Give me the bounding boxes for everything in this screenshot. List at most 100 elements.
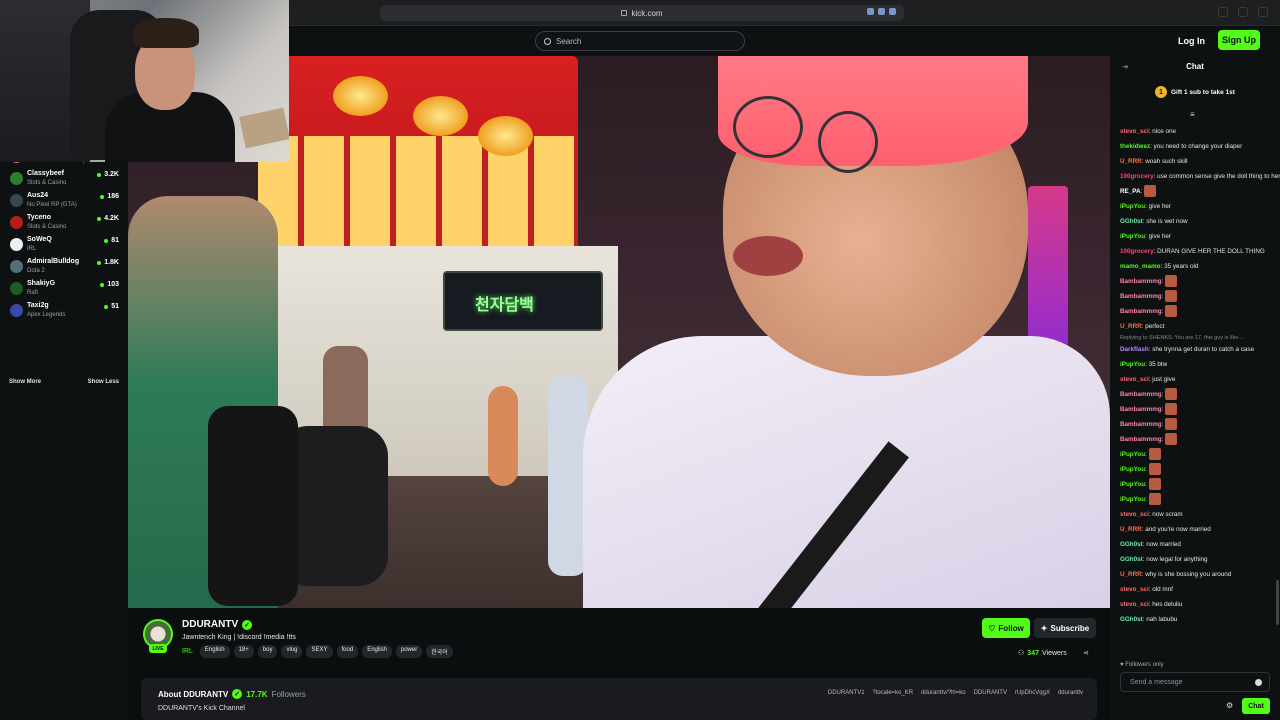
category-link[interactable]: IRL (182, 648, 193, 655)
chat-message[interactable]: thekidwez: you need to change your diape… (1120, 139, 1270, 154)
send-chat-button[interactable]: Chat (1242, 698, 1270, 714)
chat-username[interactable]: Bambammmg (1120, 293, 1162, 300)
chat-message[interactable]: mamo_mamo: 35 years old (1120, 259, 1270, 274)
chat-username[interactable]: RE_PA (1120, 188, 1141, 195)
stream-tag[interactable]: 18+ (233, 645, 254, 658)
sidebar-channel[interactable]: Classybeef Slots & Casino 3.2K (0, 169, 128, 189)
chat-username[interactable]: Bambammmg (1120, 436, 1162, 443)
chat-message[interactable]: U_RRR: perfect (1120, 319, 1270, 334)
chat-message[interactable]: RE_PA: (1120, 184, 1270, 199)
social-link[interactable]: rUpDhcVqgX (1015, 690, 1050, 696)
chat-username[interactable]: stevo_sci (1120, 601, 1149, 608)
chat-username[interactable]: iPupYou (1120, 361, 1145, 368)
show-less-button[interactable]: Show Less (88, 379, 119, 385)
social-link[interactable]: DDURANTV1 (828, 690, 865, 696)
chat-message[interactable]: Bambammmg: (1120, 289, 1270, 304)
sidebar-channel[interactable]: AdmiralBulldog Dota 2 1.8K (0, 257, 128, 277)
chat-message[interactable]: GGh0st: nah labubu (1120, 612, 1270, 627)
chat-message[interactable]: Bambammmg: (1120, 402, 1270, 417)
chat-username[interactable]: 100grocery (1120, 173, 1154, 180)
chat-username[interactable]: iPupYou (1120, 203, 1145, 210)
chat-username[interactable]: mamo_mamo (1120, 263, 1161, 270)
chat-message[interactable]: stevo_sci: old mnf (1120, 582, 1270, 597)
chat-message[interactable]: iPupYou: (1120, 492, 1270, 507)
filter-icon[interactable]: ≡ (1190, 110, 1195, 119)
sidebar-channel[interactable]: Tyceno Slots & Casino 4.2K (0, 213, 128, 233)
chat-message[interactable]: GGh0st: now married (1120, 537, 1270, 552)
share-icon[interactable]: ⋖ (1083, 649, 1089, 657)
chat-username[interactable]: Bambammmg (1120, 391, 1162, 398)
chat-username[interactable]: stevo_sci (1120, 511, 1149, 518)
chat-username[interactable]: U_RRR (1120, 571, 1142, 578)
social-link[interactable]: dduranttv (1058, 690, 1083, 696)
chat-username[interactable]: iPupYou (1120, 451, 1145, 458)
chat-username[interactable]: U_RRR (1120, 158, 1142, 165)
chat-username[interactable]: GGh0st (1120, 616, 1143, 623)
emoji-icon[interactable] (1255, 679, 1262, 686)
stream-tag[interactable]: vlog (281, 645, 303, 658)
chat-username[interactable]: Bambammmg (1120, 308, 1162, 315)
show-more-button[interactable]: Show More (9, 379, 41, 385)
chat-message[interactable]: U_RRR: woah such skill (1120, 154, 1270, 169)
chat-username[interactable]: 100grocery (1120, 248, 1154, 255)
share-icon[interactable] (1218, 7, 1228, 17)
chat-message[interactable]: Bambammmg: (1120, 432, 1270, 447)
stream-tag[interactable]: 한국어 (426, 645, 453, 658)
chat-username[interactable]: stevo_sci (1120, 128, 1149, 135)
stream-tag[interactable]: power (395, 645, 423, 658)
chat-message[interactable]: Bambammmg: (1120, 387, 1270, 402)
translate-icon[interactable] (878, 8, 885, 15)
chat-username[interactable]: stevo_sci (1120, 376, 1149, 383)
chat-message[interactable]: iPupYou: give her (1120, 229, 1270, 244)
chat-username[interactable]: U_RRR (1120, 526, 1142, 533)
chat-username[interactable]: GGh0st (1120, 556, 1143, 563)
sidebar-channel[interactable]: Taxi2g Apex Legends 51 (0, 301, 128, 321)
sidebar-channel[interactable]: Aus24 No Pixel RP (GTA) 186 (0, 191, 128, 211)
chat-username[interactable]: Bambammmg (1120, 421, 1162, 428)
chat-message[interactable]: GGh0st: she is wet now (1120, 214, 1270, 229)
chat-username[interactable]: Darkflash (1120, 346, 1149, 353)
audio-icon[interactable] (867, 8, 874, 15)
chat-message[interactable]: iPupYou: 35 btw (1120, 357, 1270, 372)
gear-icon[interactable]: ⚙ (1226, 701, 1233, 710)
stream-tag[interactable]: English (199, 645, 230, 658)
chat-username[interactable]: iPupYou (1120, 481, 1145, 488)
sidebar-channel[interactable]: ShakiyG Raft 103 (0, 279, 128, 299)
chat-message[interactable]: 100grocery: use common sense give the do… (1120, 169, 1280, 184)
social-link[interactable]: ?locale=ko_KR (873, 690, 914, 696)
chat-message[interactable]: stevo_sci: now scram (1120, 507, 1270, 522)
chat-username[interactable]: U_RRR (1120, 323, 1142, 330)
stream-tag[interactable]: food (336, 645, 359, 658)
tabs-icon[interactable] (1258, 7, 1268, 17)
search-input[interactable]: Search (535, 31, 745, 51)
chat-message[interactable]: stevo_sci: nice one (1120, 124, 1270, 139)
chat-username[interactable]: iPupYou (1120, 233, 1145, 240)
chat-message[interactable]: stevo_sci: just give (1120, 372, 1270, 387)
chat-message[interactable]: stevo_sci: hes deluliu (1120, 597, 1270, 612)
reload-icon[interactable] (889, 8, 896, 15)
login-button[interactable]: Log In (1170, 32, 1213, 50)
gift-banner[interactable]: 1 Gift 1 sub to take 1st (1155, 86, 1235, 98)
chat-message[interactable]: Bambammmg: (1120, 417, 1270, 432)
chat-username[interactable]: Bambammmg (1120, 278, 1162, 285)
chat-username[interactable]: GGh0st (1120, 541, 1143, 548)
stream-tag[interactable]: SEXY (306, 645, 333, 658)
channel-name[interactable]: DDURANTV (182, 619, 238, 630)
chat-message[interactable]: iPupYou: (1120, 447, 1270, 462)
chat-username[interactable]: iPupYou (1120, 496, 1145, 503)
chat-username[interactable]: GGh0st (1120, 218, 1143, 225)
chat-message[interactable]: Darkflash: she trynna get duran to catch… (1120, 342, 1270, 357)
stream-tag[interactable]: boy (257, 645, 278, 658)
stream-tag[interactable]: English (362, 645, 392, 658)
chat-message[interactable]: iPupYou: (1120, 477, 1270, 492)
signup-button[interactable]: Sign Up (1218, 30, 1260, 50)
chat-username[interactable]: iPupYou (1120, 466, 1145, 473)
sidebar-channel[interactable]: SoWeQ IRL 81 (0, 235, 128, 255)
chat-username[interactable]: Bambammmg (1120, 406, 1162, 413)
chat-message[interactable]: U_RRR: and you're now married (1120, 522, 1270, 537)
chat-message[interactable]: Bambammmg: (1120, 304, 1270, 319)
chat-message[interactable]: GGh0st: now legal for anything (1120, 552, 1270, 567)
page-scrollbar[interactable] (1276, 580, 1279, 625)
address-bar[interactable]: kick.com (380, 5, 904, 21)
chat-message[interactable]: iPupYou: give her (1120, 199, 1270, 214)
